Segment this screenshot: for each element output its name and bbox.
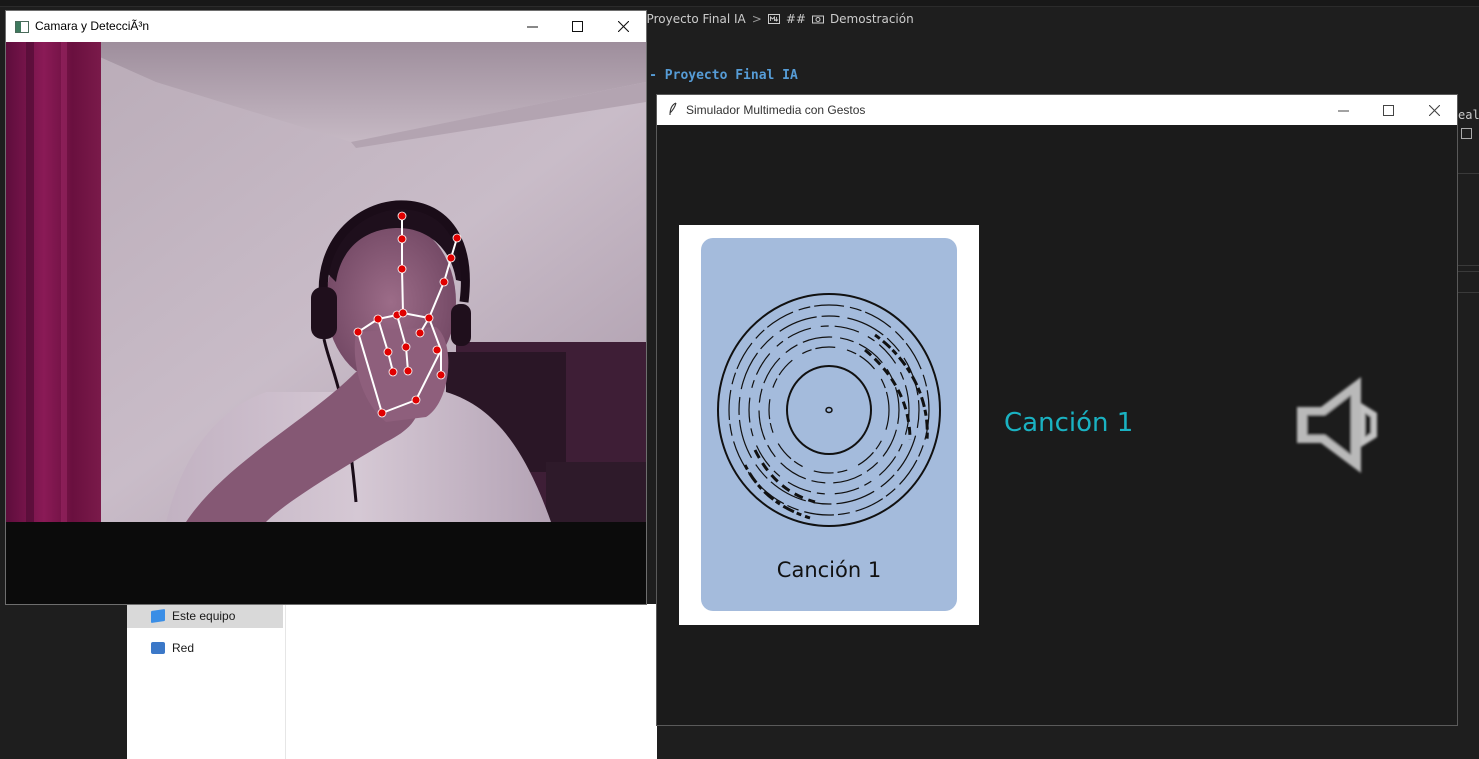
song-title: Canción 1: [1004, 408, 1134, 438]
maximize-button[interactable]: [554, 11, 600, 42]
speaker-muted-icon[interactable]: [1295, 373, 1385, 477]
explorer-navigation-pane: Este equipo Red: [127, 604, 286, 759]
section-icon: [811, 15, 824, 24]
nav-item-label: Red: [172, 641, 195, 655]
maximize-button[interactable]: [1365, 95, 1411, 125]
minimize-icon: [526, 26, 538, 28]
nav-item-red[interactable]: Red: [127, 636, 283, 660]
close-icon: [1428, 104, 1440, 116]
close-icon: [617, 21, 629, 32]
webcam-image: [6, 42, 646, 522]
computer-icon: [151, 609, 165, 623]
file-explorer: Este equipo Red: [127, 604, 657, 759]
network-icon: [151, 642, 165, 654]
camera-window: Camara y DetecciÃ³n: [6, 11, 646, 604]
right-panel-text: eali: [1458, 108, 1479, 122]
breadcrumb-separator: >: [751, 12, 762, 26]
multimedia-window-title: Simulador Multimedia con Gestos: [686, 103, 866, 117]
camera-window-titlebar[interactable]: Camara y DetecciÃ³n: [6, 11, 646, 42]
minimize-button[interactable]: [509, 11, 555, 42]
nav-item-label: Este equipo: [172, 609, 236, 623]
album-card-label: Canción 1: [776, 558, 882, 582]
vinyl-record-icon: [717, 293, 941, 527]
minimize-icon: [1337, 110, 1349, 111]
multimedia-window: Simulador Multimedia con Gestos Canción …: [657, 95, 1457, 725]
checkbox-icon[interactable]: [1461, 128, 1472, 139]
album-card-frame: Canción 1: [679, 225, 979, 625]
markdown-icon: [767, 14, 780, 24]
camera-window-title: Camara y DetecciÃ³n: [35, 19, 150, 33]
feather-icon: [669, 102, 677, 116]
camera-feed: [6, 42, 646, 522]
maximize-icon: [571, 21, 583, 32]
camera-app-icon: [15, 21, 29, 33]
close-button[interactable]: [1411, 95, 1457, 125]
minimize-button[interactable]: [1320, 95, 1366, 125]
breadcrumb-section[interactable]: Demostración: [830, 12, 914, 26]
maximize-icon: [1382, 104, 1394, 116]
right-panel-edge: [1457, 95, 1479, 395]
editor-tab-strip[interactable]: [0, 0, 1479, 7]
breadcrumb-hash: ##: [785, 12, 806, 26]
multimedia-window-titlebar[interactable]: Simulador Multimedia con Gestos: [657, 95, 1457, 125]
breadcrumb[interactable]: adora - Proyecto Final IA > ## Demostrac…: [600, 8, 914, 30]
close-button[interactable]: [600, 11, 646, 42]
nav-item-este-equipo[interactable]: Este equipo: [127, 604, 283, 628]
album-card[interactable]: Canción 1: [701, 238, 957, 611]
